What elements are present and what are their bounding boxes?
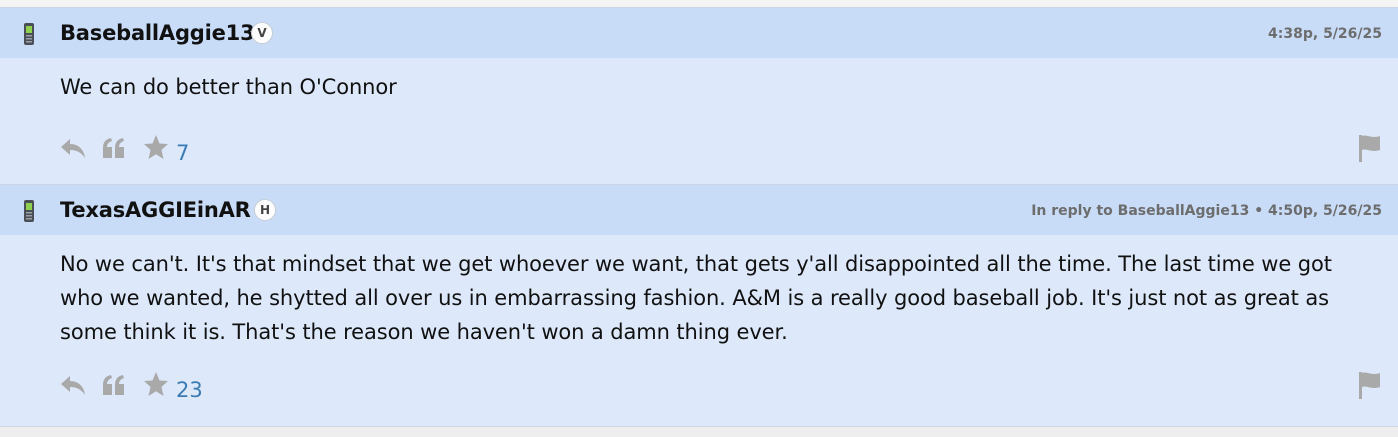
phone-icon <box>24 23 34 45</box>
phone-icon <box>24 200 34 222</box>
user-badge: V <box>251 22 273 44</box>
post-actions: 7 <box>0 124 1398 184</box>
post-body: No we can't. It's that mindset that we g… <box>60 252 1332 344</box>
star-icon[interactable] <box>143 371 169 397</box>
post: BaseballAggie13 V 4:38p, 5/26/25 We can … <box>0 7 1398 184</box>
reply-icon[interactable] <box>60 374 86 396</box>
post-actions: 23 <box>0 361 1398 421</box>
user-badge: H <box>254 199 276 221</box>
flag-icon[interactable] <box>1358 370 1382 400</box>
like-count[interactable]: 7 <box>176 140 189 166</box>
quote-icon[interactable] <box>102 137 126 159</box>
username[interactable]: TexasAGGIEinAR <box>60 198 251 222</box>
post: TexasAGGIEinAR H In reply to BaseballAgg… <box>0 184 1398 427</box>
thread-footer <box>0 426 1398 437</box>
post-header: TexasAGGIEinAR H In reply to BaseballAgg… <box>0 185 1398 235</box>
post-timestamp: 4:38p, 5/26/25 <box>1268 26 1382 42</box>
username[interactable]: BaseballAggie13 <box>60 21 255 45</box>
reply-icon[interactable] <box>60 137 86 159</box>
post-body: We can do better than O'Connor <box>60 75 397 99</box>
quote-icon[interactable] <box>102 374 126 396</box>
flag-icon[interactable] <box>1358 133 1382 163</box>
star-icon[interactable] <box>143 134 169 160</box>
like-count[interactable]: 23 <box>176 377 203 403</box>
post-header: BaseballAggie13 V 4:38p, 5/26/25 <box>0 8 1398 58</box>
post-reply-meta[interactable]: In reply to BaseballAggie13 • 4:50p, 5/2… <box>1031 202 1382 220</box>
thread: BaseballAggie13 V 4:38p, 5/26/25 We can … <box>0 7 1398 427</box>
